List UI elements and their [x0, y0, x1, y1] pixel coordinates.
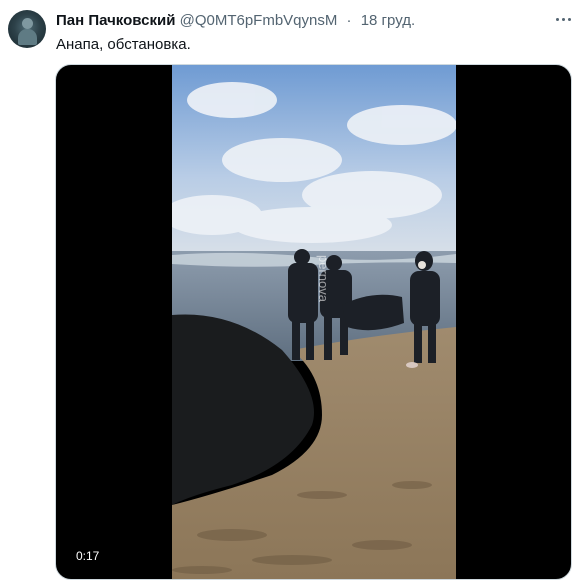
avatar-body-shape: [18, 29, 37, 45]
more-horizontal-icon-dot: [561, 17, 565, 21]
more-horizontal-icon-dot: [567, 17, 571, 21]
avatar[interactable]: [8, 10, 46, 48]
avatar-head-shape: [22, 18, 33, 29]
tweet-date[interactable]: 18 груд.: [361, 12, 415, 29]
author-handle[interactable]: @Q0MT6pFmbVqynsM: [180, 12, 338, 29]
video-timestamp: 0:17: [70, 547, 106, 565]
video-frame: pernova: [172, 65, 456, 579]
author-name[interactable]: Пан Пачковский: [56, 12, 175, 29]
video-player[interactable]: pernova 0:17: [55, 64, 572, 580]
tweet-header: Пан Пачковский @Q0MT6pFmbVqynsM · 18 гру…: [56, 12, 415, 29]
video-watermark: pernova: [316, 255, 331, 303]
face-mask: [418, 261, 426, 269]
shoe: [406, 362, 418, 368]
tweet-text: Анапа, обстановка.: [56, 36, 191, 53]
more-horizontal-icon: [555, 17, 559, 21]
separator-dot: ·: [346, 12, 352, 29]
more-options-button[interactable]: [552, 10, 574, 28]
